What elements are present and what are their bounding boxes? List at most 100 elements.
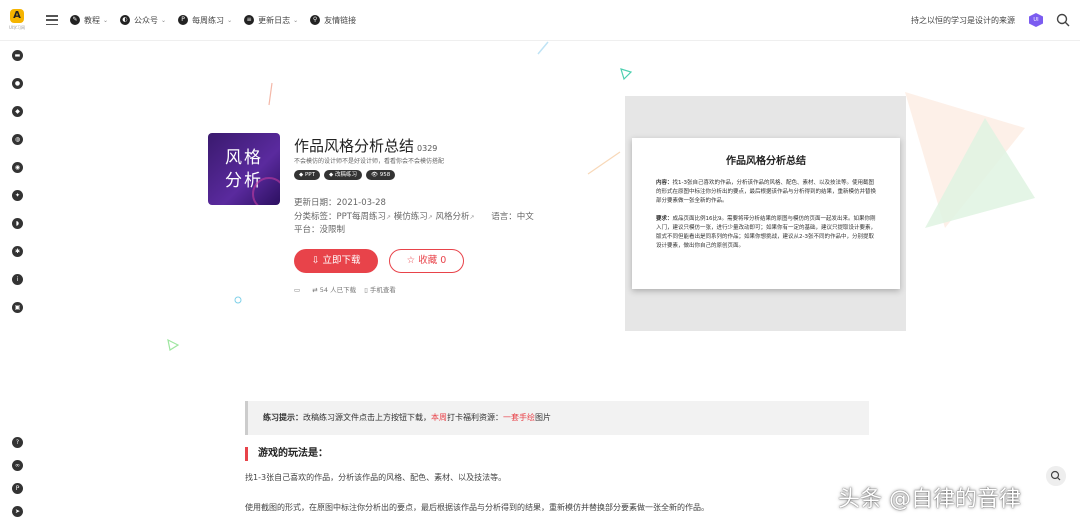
site-slogan: 持之以恒的学习是设计的来源 (911, 16, 1015, 25)
content-label: 内容： (656, 180, 673, 186)
video-icon[interactable]: ▣ (12, 302, 23, 313)
watermark: 头条 @自律的音律 (838, 487, 1021, 512)
download-button-label: 立即下载 (322, 255, 361, 266)
tip-text: 打卡福利资源： (447, 413, 503, 422)
link-icon[interactable]: ∞ (12, 460, 23, 471)
favorite-button[interactable]: ☆ 收藏 0 (389, 249, 464, 273)
download-stats: ▭ ⇄ 54 人已下载 ▯ 手机查看 (294, 284, 396, 294)
mobile-view-link[interactable]: 手机查看 (370, 286, 396, 294)
cover-title: 风格 分析 (208, 147, 280, 193)
aperture-icon[interactable]: ✱ (12, 246, 23, 257)
info-icon[interactable]: i (12, 274, 23, 285)
wechat-icon: ◐ (120, 15, 131, 25)
chevron-down-icon: ⌄ (293, 16, 299, 24)
nav-tutorial[interactable]: ✎ 教程 ⌄ (70, 15, 108, 26)
download-count: 54 人已下载 (319, 286, 357, 294)
compass-icon[interactable]: ◆ (12, 106, 23, 117)
external-link-icon: ↗ (469, 214, 475, 221)
floating-search-icon[interactable] (1046, 466, 1066, 486)
menu-toggle-icon[interactable] (46, 15, 58, 25)
nav-weekly-practice[interactable]: P 每周练习 ⌄ (178, 15, 232, 26)
favorite-count: 0 (440, 255, 447, 266)
p-badge-icon: P (178, 15, 189, 25)
log-icon: ≡ (244, 15, 255, 25)
article-paragraph: 使用截图的形式，在原图中标注你分析出的要点，最后根据该作品与分析得到的结果，重新… (245, 503, 709, 512)
update-label: 更新日期： (294, 198, 337, 208)
tip-text: 改稿练习源文件点击上方按钮下载， (303, 413, 431, 422)
preview-card: 作品风格分析总结 内容：找1-3张自己喜欢的作品，分析该作品的风格、配色、素材、… (632, 138, 900, 289)
preview-content: 内容：找1-3张自己喜欢的作品，分析该作品的风格、配色、素材、以及技法等。使用截… (656, 179, 876, 206)
decorative-triangle (167, 338, 180, 351)
site-logo[interactable]: A UI学习网 (0, 0, 34, 41)
pen-icon: ✎ (70, 15, 80, 25)
chevron-down-icon: ⌄ (161, 16, 167, 24)
requirement-label: 要求： (656, 216, 673, 222)
send-icon[interactable]: ➤ (12, 506, 23, 517)
nav-wechat[interactable]: ◐ 公众号 ⌄ (120, 15, 166, 26)
left-sidebar: ▬ ● ◆ ◍ ◉ ✦ ◗ ✱ i ▣ ? ∞ P ➤ (0, 41, 34, 527)
tag-practice[interactable]: ◆ 改稿练习 (323, 170, 362, 180)
practice-tip: 练习提示：改稿练习源文件点击上方按钮下载，本周打卡福利资源：一套手绘图片 (245, 401, 869, 435)
top-bar: A UI学习网 ✎ 教程 ⌄ ◐ 公众号 ⌄ P 每周练习 ⌄ ≡ 更新日志 ⌄… (0, 0, 1080, 41)
user-icon[interactable]: ● (12, 78, 23, 89)
mobile-icon: ▯ (364, 286, 368, 294)
language-value: 中文 (516, 212, 534, 222)
requirement-text: 成品页面比例16比9。需要将带分析结果的原图与模仿的页面一起发出来。如果你刚入门… (656, 216, 877, 249)
shield-icon[interactable]: ◗ (12, 218, 23, 229)
help-icon[interactable]: ? (12, 437, 23, 448)
favorite-label: 收藏 (418, 255, 438, 266)
product-subtitle: 不会模仿的设计师不是好设计师，看看你会不会模仿搭配 (294, 158, 445, 165)
category-link[interactable]: 风格分析 (435, 212, 469, 222)
content-text: 找1-3张自己喜欢的作品，分析该作品的风格、配色、素材、以及技法等。使用截图的形… (656, 180, 877, 204)
product-cover-image: 风格 分析 (208, 133, 280, 205)
nav-links[interactable]: ⚲ 友情链接 (310, 15, 356, 26)
decorative-circle (234, 296, 242, 304)
tag-label: PPT (304, 172, 315, 178)
product-title: 作品风格分析总结 0329 (294, 135, 437, 156)
globe-icon[interactable]: ◍ (12, 134, 23, 145)
language-label: 语言： (491, 212, 517, 222)
user-avatar[interactable]: UI (1029, 13, 1043, 27)
target-icon[interactable]: ◉ (12, 162, 23, 173)
preview-requirement: 要求：成品页面比例16比9。需要将带分析结果的原图与模仿的页面一起发出来。如果你… (656, 215, 876, 251)
tag-list: ◆ PPT ◆ 改稿练习 👁 958 (294, 170, 396, 180)
wrench-icon[interactable]: ✦ (12, 190, 23, 201)
decorative-line (537, 41, 549, 55)
nav-wechat-label: 公众号 (134, 15, 159, 25)
tip-resource-link[interactable]: 一套手绘 (503, 413, 535, 422)
category-link[interactable]: 模仿练习 (394, 212, 428, 222)
category-label: 分类标签： (294, 212, 337, 222)
nav-tutorial-label: 教程 (84, 15, 100, 25)
download-button[interactable]: ⇩ 立即下载 (294, 249, 378, 273)
article-paragraph: 找1-3张自己喜欢的作品，分析该作品的风格、配色、素材、以及技法等。 (245, 473, 507, 482)
section-heading: 游戏的玩法是： (245, 447, 328, 461)
search-icon[interactable] (1056, 13, 1070, 27)
chat-icon[interactable]: ▬ (12, 50, 23, 61)
comment-icon[interactable]: ▭ (294, 286, 300, 294)
tip-label: 练习提示： (263, 413, 303, 422)
cover-line2: 分析 (225, 171, 263, 191)
star-icon: ☆ (406, 255, 419, 266)
nav-links-label: 友情链接 (324, 15, 357, 25)
update-date-row: 更新日期：2021-03-28 (294, 196, 386, 208)
tip-highlight: 本周 (431, 413, 447, 422)
update-date: 2021-03-28 (336, 198, 386, 208)
tag-ppt[interactable]: ◆ PPT (294, 170, 320, 180)
nav-changelog[interactable]: ≡ 更新日志 ⌄ (244, 15, 298, 26)
platform-label: 平台： (294, 225, 320, 235)
decorative-triangle (620, 68, 633, 81)
decorative-shapes (905, 92, 1035, 228)
product-title-text: 作品风格分析总结 (294, 137, 415, 155)
nav-changelog-label: 更新日志 (258, 15, 291, 25)
external-link-icon: ↗ (427, 214, 433, 221)
tag-label: 改稿练习 (334, 172, 357, 178)
platform-value: 没限制 (319, 225, 346, 235)
decorative-line (268, 82, 273, 106)
category-link[interactable]: PPT每周练习 (337, 212, 386, 222)
p-badge-icon[interactable]: P (12, 483, 23, 494)
chevron-down-icon: ⌄ (103, 16, 109, 24)
preview-title: 作品风格分析总结 (726, 156, 806, 167)
nav-weekly-practice-label: 每周练习 (192, 15, 225, 25)
tip-text: 图片 (535, 413, 551, 422)
logo-text: UI学习网 (8, 25, 26, 30)
